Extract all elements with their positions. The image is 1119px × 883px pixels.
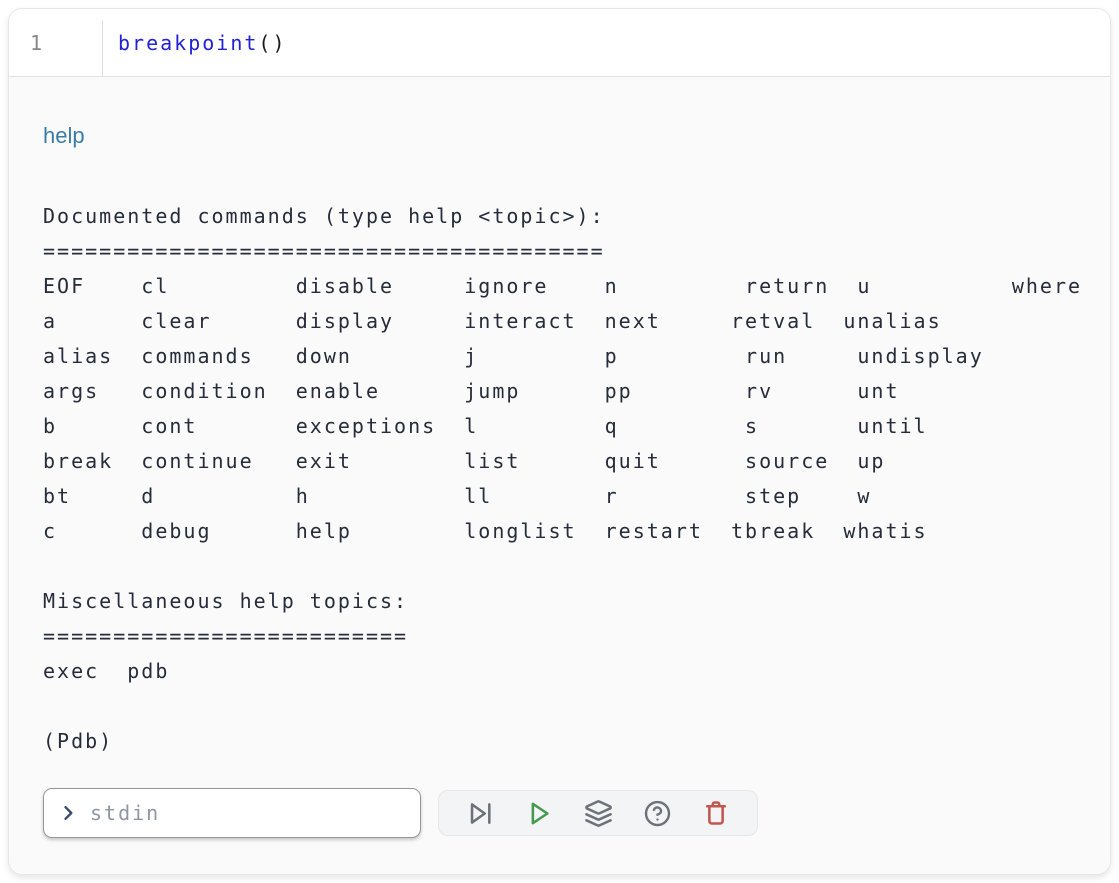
controls-row bbox=[43, 788, 1076, 838]
stdin-input[interactable] bbox=[90, 801, 406, 825]
play-icon bbox=[525, 799, 554, 828]
line-number: 1 bbox=[30, 31, 44, 55]
terminal-output: Documented commands (type help <topic>):… bbox=[43, 199, 1076, 759]
layers-icon bbox=[584, 799, 613, 828]
debug-toolbar bbox=[438, 790, 758, 836]
trash-icon bbox=[702, 799, 730, 827]
echoed-command: help bbox=[43, 123, 1076, 149]
code-paren-token: () bbox=[258, 31, 286, 55]
skip-forward-icon bbox=[466, 799, 495, 828]
help-button[interactable] bbox=[639, 795, 675, 831]
question-circle-icon bbox=[643, 799, 672, 828]
console-output-area: help Documented commands (type help <top… bbox=[9, 77, 1110, 838]
stack-button[interactable] bbox=[580, 795, 616, 831]
chevron-right-icon bbox=[58, 803, 78, 823]
delete-button[interactable] bbox=[698, 795, 734, 831]
debugger-panel: 1 breakpoint() help Documented commands … bbox=[8, 8, 1111, 875]
editor-gutter: 1 bbox=[9, 9, 103, 76]
stdin-input-box[interactable] bbox=[43, 788, 421, 838]
run-button[interactable] bbox=[521, 795, 557, 831]
code-line[interactable]: breakpoint() bbox=[103, 9, 287, 76]
step-over-button[interactable] bbox=[462, 795, 498, 831]
code-function-token: breakpoint bbox=[118, 31, 258, 55]
code-editor[interactable]: 1 breakpoint() bbox=[9, 9, 1110, 77]
